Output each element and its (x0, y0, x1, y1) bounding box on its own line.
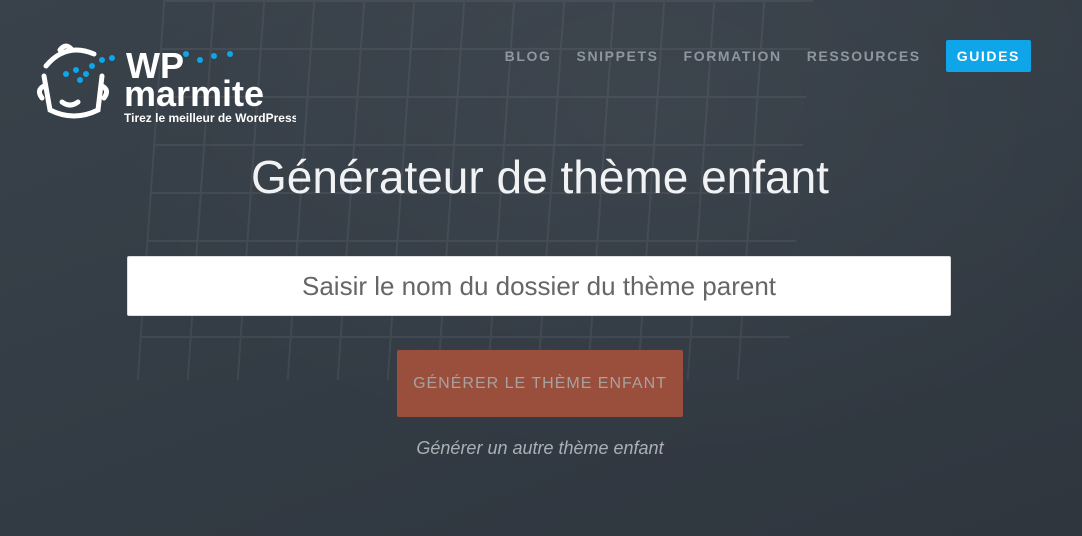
nav-blog[interactable]: BLOG (505, 48, 552, 64)
generate-button[interactable]: GÉNÉRER LE THÈME ENFANT (397, 350, 683, 417)
nav-formation[interactable]: FORMATION (684, 48, 782, 64)
pot-icon: WP marmite Tirez le meilleur de WordPres… (36, 43, 299, 125)
svg-text:marmite: marmite (124, 73, 264, 114)
nav-snippets[interactable]: SNIPPETS (577, 48, 659, 64)
parent-theme-input[interactable]: Saisir le nom du dossier du thème parent (127, 256, 951, 316)
nav-guides-button[interactable]: GUIDES (945, 40, 1031, 72)
generate-another-link[interactable]: Générer un autre thème enfant (0, 438, 1080, 459)
svg-text:Tirez le meilleur de WordPress: Tirez le meilleur de WordPress (124, 111, 296, 125)
main-nav: BLOG SNIPPETS FORMATION RESSOURCES GUIDE… (480, 40, 1031, 72)
nav-ressources[interactable]: RESSOURCES (807, 48, 921, 64)
page-title: Générateur de thème enfant (251, 151, 829, 203)
site-logo[interactable]: WP marmite Tirez le meilleur de WordPres… (36, 38, 299, 126)
